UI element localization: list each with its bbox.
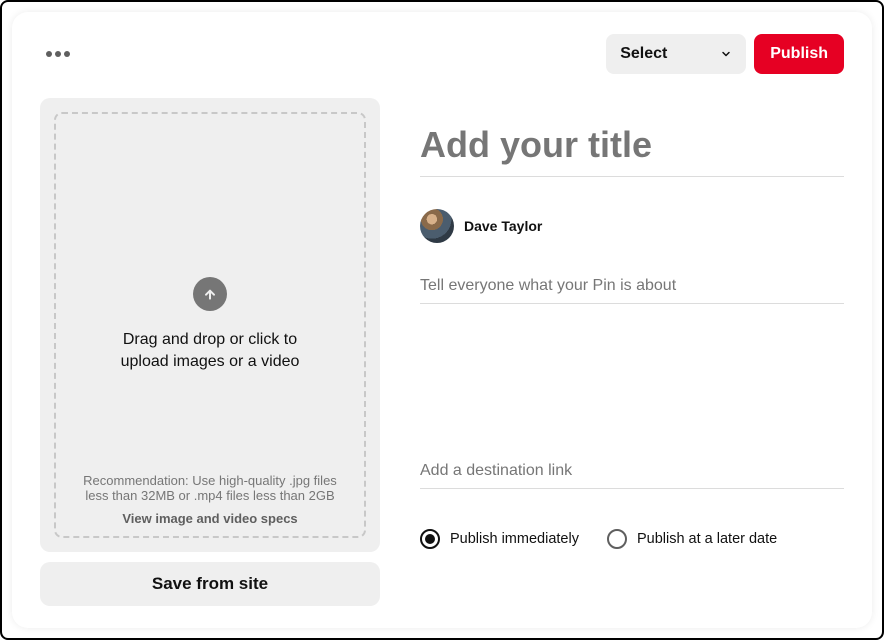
upload-icon [193, 277, 227, 311]
schedule-options: Publish immediately Publish at a later d… [420, 529, 844, 549]
user-name-label: Dave Taylor [464, 218, 542, 234]
destination-link-input[interactable] [420, 454, 844, 489]
radio-icon [420, 529, 440, 549]
avatar [420, 209, 454, 243]
topbar: Select Publish [40, 34, 844, 74]
arrow-up-icon [202, 286, 218, 302]
description-input[interactable] [420, 269, 844, 304]
board-select-label: Select [620, 45, 667, 63]
chevron-down-icon [720, 48, 732, 60]
upload-footer: Recommendation: Use high-quality .jpg fi… [56, 473, 364, 526]
upload-panel: Drag and drop or click to upload images … [40, 98, 380, 552]
view-specs-link[interactable]: View image and video specs [122, 511, 297, 526]
pin-builder-card: Select Publish Drag and drop or click to… [12, 12, 872, 628]
content-area: Drag and drop or click to upload images … [40, 98, 844, 606]
radio-label: Publish at a later date [637, 531, 777, 547]
upload-dropzone[interactable]: Drag and drop or click to upload images … [54, 112, 366, 538]
save-from-site-button[interactable]: Save from site [40, 562, 380, 606]
upload-recommendation-text: Recommendation: Use high-quality .jpg fi… [70, 473, 350, 503]
radio-icon [607, 529, 627, 549]
ellipsis-icon [46, 51, 52, 57]
radio-publish-later[interactable]: Publish at a later date [607, 529, 777, 549]
radio-publish-immediately[interactable]: Publish immediately [420, 529, 579, 549]
title-input[interactable] [420, 118, 844, 177]
left-column: Drag and drop or click to upload images … [40, 98, 380, 606]
radio-label: Publish immediately [450, 531, 579, 547]
right-column: Dave Taylor Publish immediately Publish … [420, 98, 844, 606]
publish-button[interactable]: Publish [754, 34, 844, 74]
more-options-button[interactable] [40, 47, 76, 61]
board-select-dropdown[interactable]: Select [606, 34, 746, 74]
topbar-actions: Select Publish [606, 34, 844, 74]
user-info: Dave Taylor [420, 209, 844, 243]
upload-instruction-text: Drag and drop or click to upload images … [105, 329, 315, 372]
